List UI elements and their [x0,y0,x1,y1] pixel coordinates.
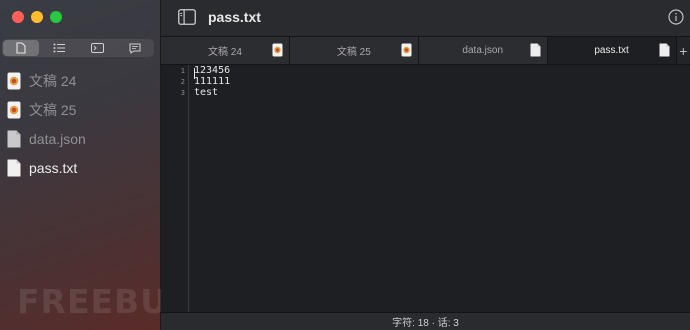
tab-draft-25[interactable]: 文稿 25 [289,37,419,64]
status-bar: 字符: 18 · 话: 3 [161,312,690,330]
tab-draft-24[interactable]: 文稿 24 [161,37,290,64]
tab-label: pass.txt [594,45,629,56]
list-icon [53,43,65,53]
document-icon [530,43,541,57]
sidebar-toggle-icon[interactable] [178,9,196,25]
draft-doc-icon [272,43,283,57]
document-title: pass.txt [208,9,261,25]
code-line: 111111 [194,76,231,87]
draft-doc-icon [7,72,21,89]
code-line: 123456 [194,65,231,76]
line-number: 2 [180,78,185,86]
code-line: test [194,87,219,98]
file-item-label: 文稿 25 [29,101,77,118]
line-number-gutter: 1 2 3 [161,65,189,313]
maximize-window-button[interactable] [50,11,62,23]
draft-doc-icon [7,101,21,118]
window-controls [12,11,62,23]
info-icon[interactable] [668,9,684,25]
document-icon [7,159,21,176]
minimize-window-button[interactable] [31,11,43,23]
file-item-label: pass.txt [29,159,78,176]
file-item-draft-25[interactable]: 文稿 25 [0,95,160,124]
tab-label: 文稿 24 [207,47,242,58]
line-number: 3 [180,89,185,97]
tab-data-json[interactable]: data.json [418,37,548,64]
outline-view-button[interactable] [41,40,77,56]
terminal-icon [90,43,104,53]
new-tab-button[interactable]: + [677,37,690,64]
file-list: 文稿 24 文稿 25 data.json pass.txt [0,66,160,182]
tab-pass-txt[interactable]: pass.txt [547,37,677,64]
tab-label: data.json [462,45,504,56]
file-item-pass-txt[interactable]: pass.txt [0,153,160,182]
titlebar: pass.txt [161,0,690,37]
file-item-label: 文稿 24 [29,72,77,89]
files-view-button[interactable] [3,40,39,56]
draft-doc-icon [401,43,412,57]
document-icon [659,43,670,57]
tab-bar: 文稿 24 文稿 25 data.json pass.txt + [161,37,690,65]
file-item-label: data.json [29,130,86,147]
document-icon [16,42,26,54]
file-item-data-json[interactable]: data.json [0,124,160,153]
comment-icon [129,43,141,54]
terminal-view-button[interactable] [79,40,115,56]
close-window-button[interactable] [12,11,24,23]
sidebar: 文稿 24 文稿 25 data.json pass.txt FREEBUF [0,0,191,330]
document-icon [7,130,21,147]
line-number: 1 [180,67,185,75]
file-item-draft-24[interactable]: 文稿 24 [0,66,160,95]
text-editor[interactable]: 1 2 3 123456 111111 test [161,65,690,313]
text-cursor [194,68,195,79]
comments-view-button[interactable] [117,40,153,56]
sidebar-view-switcher [2,39,154,57]
tab-label: 文稿 25 [336,47,371,58]
word-count-status: 字符: 18 · 话: 3 [392,318,459,329]
